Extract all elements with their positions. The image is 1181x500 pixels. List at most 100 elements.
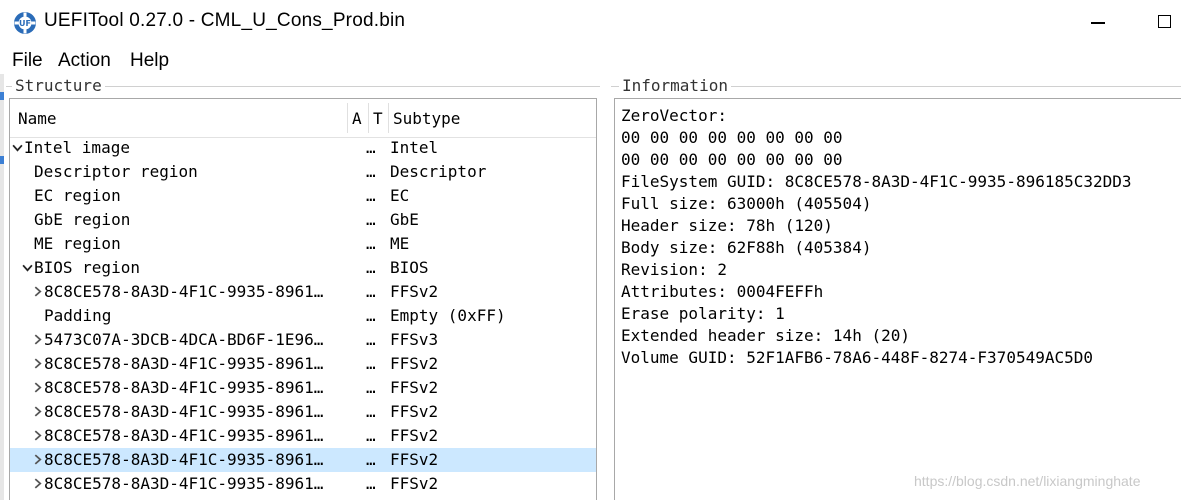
information-text: ZeroVector: 00 00 00 00 00 00 00 00 00 00 … (621, 105, 1132, 369)
tree-row-subtype: FFSv2 (390, 282, 439, 301)
minimize-icon[interactable] (1091, 22, 1105, 24)
tree-row-type-ellipsis: … (366, 186, 376, 205)
uefitool-gear-icon: UF (14, 12, 36, 34)
tree-row[interactable]: 8C8CE578-8A3D-4F1C-9935-8961… … FFSv2 (10, 472, 596, 496)
menu-file[interactable]: File (12, 50, 43, 72)
tree-row[interactable]: GbE region … GbE (10, 208, 596, 232)
column-separator[interactable] (368, 103, 369, 133)
information-line: Volume GUID: 52F1AFB6-78A6-448F-8274-F37… (621, 348, 1094, 367)
tree-row-name: 5473C07A-3DCB-4DCA-BD6F-1E96… (44, 330, 324, 349)
tree-row-name: 8C8CE578-8A3D-4F1C-9935-8961… (44, 450, 324, 469)
chevron-right-icon[interactable] (32, 382, 43, 393)
tree-row-type-ellipsis: … (366, 474, 376, 493)
tree-row-subtype: FFSv2 (390, 354, 439, 373)
column-header-name[interactable]: Name (18, 109, 57, 128)
tree-row[interactable]: 8C8CE578-8A3D-4F1C-9935-8961… … FFSv2 (10, 352, 596, 376)
tree-row-subtype: Empty (0xFF) (390, 306, 506, 325)
chevron-down-icon[interactable] (22, 262, 33, 273)
tree-row-type-ellipsis: … (366, 402, 376, 421)
structure-group-label: Structure (12, 76, 105, 95)
tree-row-type-ellipsis: … (366, 306, 376, 325)
chevron-right-icon[interactable] (32, 334, 43, 345)
information-line: FileSystem GUID: 8C8CE578-8A3D-4F1C-9935… (621, 172, 1132, 191)
tree-row-type-ellipsis: … (366, 138, 376, 157)
tree-row[interactable]: Padding … Empty (0xFF) (10, 304, 596, 328)
tree-row-name: 8C8CE578-8A3D-4F1C-9935-8961… (44, 426, 324, 445)
tree-row-type-ellipsis: … (366, 210, 376, 229)
information-line: Header size: 78h (120) (621, 216, 833, 235)
tree-row-name: Descriptor region (34, 162, 198, 181)
edge-marker (0, 92, 4, 100)
tree-row[interactable]: EC region … EC (10, 184, 596, 208)
tree-row[interactable]: 5473C07A-3DCB-4DCA-BD6F-1E96… … FFSv3 (10, 328, 596, 352)
tree-row-type-ellipsis: … (366, 234, 376, 253)
window-title: UEFITool 0.27.0 - CML_U_Cons_Prod.bin (44, 10, 406, 31)
edge-marker (0, 156, 4, 164)
svg-text:UF: UF (19, 19, 31, 28)
tree-row-name: Intel image (24, 138, 130, 157)
chevron-right-icon[interactable] (32, 478, 43, 489)
menu-help[interactable]: Help (130, 50, 169, 72)
watermark: https://blog.csdn.net/lixiangminghate (914, 473, 1141, 489)
tree-row-name: 8C8CE578-8A3D-4F1C-9935-8961… (44, 474, 324, 493)
column-separator[interactable] (388, 103, 389, 133)
maximize-icon[interactable] (1158, 15, 1171, 28)
tree-row[interactable]: 8C8CE578-8A3D-4F1C-9935-8961… … FFSv2 (10, 448, 596, 472)
chevron-right-icon[interactable] (32, 430, 43, 441)
tree-row[interactable]: 8C8CE578-8A3D-4F1C-9935-8961… … FFSv2 (10, 424, 596, 448)
information-pane[interactable]: ZeroVector: 00 00 00 00 00 00 00 00 00 00 … (614, 98, 1181, 500)
column-header-action[interactable]: A (352, 109, 362, 128)
tree-row-subtype: Descriptor (390, 162, 487, 181)
structure-tree[interactable]: Name A T Subtype Intel image … Intel Descri… (9, 98, 597, 500)
tree-row[interactable]: Descriptor region … Descriptor (10, 160, 596, 184)
tree-row-type-ellipsis: … (366, 378, 376, 397)
menu-action[interactable]: Action (58, 50, 111, 72)
tree-row-subtype: FFSv2 (390, 402, 439, 421)
information-line: 00 00 00 00 00 00 00 00 (621, 150, 843, 169)
tree-row-name: GbE region (34, 210, 131, 229)
information-line: Body size: 62F88h (405384) (621, 238, 872, 257)
chevron-down-icon[interactable] (12, 142, 23, 153)
chevron-right-icon[interactable] (32, 286, 43, 297)
tree-row[interactable]: 8C8CE578-8A3D-4F1C-9935-8961… … FFSv2 (10, 280, 596, 304)
information-line: 00 00 00 00 00 00 00 00 (621, 128, 843, 147)
tree-row-type-ellipsis: … (366, 450, 376, 469)
tree-row-name: EC region (34, 186, 121, 205)
tree-row-name: ME region (34, 234, 121, 253)
tree-row-subtype: FFSv3 (390, 330, 439, 349)
tree-row-name: 8C8CE578-8A3D-4F1C-9935-8961… (44, 402, 324, 421)
tree-row-type-ellipsis: … (366, 282, 376, 301)
tree-row-subtype: EC (390, 186, 410, 205)
information-line: Revision: 2 (621, 260, 727, 279)
menu-bar: File Action Help (0, 46, 1181, 74)
tree-row-name: 8C8CE578-8A3D-4F1C-9935-8961… (44, 282, 324, 301)
information-line: Extended header size: 14h (20) (621, 326, 910, 345)
tree-row[interactable]: 8C8CE578-8A3D-4F1C-9935-8961… … FFSv2 (10, 376, 596, 400)
column-header-type[interactable]: T (373, 109, 383, 128)
column-separator[interactable] (347, 103, 348, 133)
tree-row-type-ellipsis: … (366, 354, 376, 373)
information-group-label: Information (619, 76, 731, 95)
tree-row-name: 8C8CE578-8A3D-4F1C-9935-8961… (44, 378, 324, 397)
tree-row-type-ellipsis: … (366, 162, 376, 181)
information-line: Erase polarity: 1 (621, 304, 785, 323)
left-edge-strip (0, 74, 4, 500)
tree-row-type-ellipsis: … (366, 258, 376, 277)
tree-row[interactable]: 8C8CE578-8A3D-4F1C-9935-8961… … FFSv2 (10, 400, 596, 424)
tree-row[interactable]: Intel image … Intel (10, 136, 596, 160)
chevron-right-icon[interactable] (32, 358, 43, 369)
column-header-subtype[interactable]: Subtype (393, 109, 460, 128)
tree-row[interactable]: ME region … ME (10, 232, 596, 256)
chevron-right-icon[interactable] (32, 454, 43, 465)
tree-row-subtype: ME (390, 234, 410, 253)
tree-row-subtype: FFSv2 (390, 474, 439, 493)
title-bar: UF UEFITool 0.27.0 - CML_U_Cons_Prod.bin (0, 0, 1181, 46)
tree-row-subtype: FFSv2 (390, 378, 439, 397)
tree-row[interactable]: BIOS region … BIOS (10, 256, 596, 280)
chevron-right-icon[interactable] (32, 406, 43, 417)
tree-row-subtype: FFSv2 (390, 426, 439, 445)
tree-row-type-ellipsis: … (366, 426, 376, 445)
tree-row-subtype: Intel (390, 138, 439, 157)
tree-row-subtype: GbE (390, 210, 419, 229)
information-line: ZeroVector: (621, 106, 727, 125)
